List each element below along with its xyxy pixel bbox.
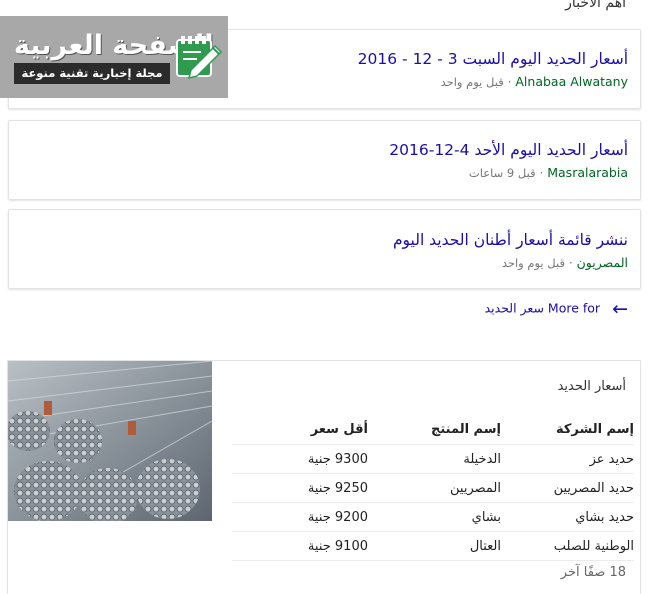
- meta-separator: ·: [568, 256, 573, 270]
- company-cell: حديد المصريين: [501, 473, 634, 503]
- prices-card: أسعار الحديد إسم الشركة إسم المنتج أقل س…: [7, 360, 641, 594]
- prices-card-title: أسعار الحديد: [557, 379, 626, 394]
- table-header-row: إسم الشركة إسم المنتج أقل سعر: [232, 414, 634, 445]
- meta-separator: ·: [539, 166, 544, 180]
- prices-table: إسم الشركة إسم المنتج أقل سعر حديد عز ال…: [232, 414, 634, 561]
- more-label: More for: [547, 300, 601, 316]
- news-title[interactable]: ننشر قائمة أسعار أطنان الحديد اليوم: [393, 231, 628, 249]
- column-header: إسم الشركة: [501, 414, 634, 445]
- price-cell: 9200 جنية: [232, 502, 368, 532]
- product-cell: العتال: [368, 531, 501, 561]
- news-title[interactable]: أسعار الحديد اليوم السبت 3 - 12 - 2016: [358, 50, 628, 68]
- news-source[interactable]: Alnabaa Alwatany: [515, 74, 628, 89]
- meta-separator: ·: [507, 75, 512, 89]
- product-cell: المصريين: [368, 473, 501, 503]
- column-header: أقل سعر: [232, 414, 368, 445]
- company-cell: الوطنية للصلب: [501, 531, 634, 561]
- section-header: أهم الأخبار: [565, 0, 626, 11]
- news-time: قبل 9 ساعات: [468, 166, 536, 180]
- pencil-note-icon: [176, 36, 223, 80]
- more-news-link[interactable]: ← More for سعر الحديد: [485, 298, 628, 320]
- price-cell: 9250 جنية: [232, 473, 368, 503]
- news-meta: Masralarabia·قبل 9 ساعات: [469, 165, 628, 180]
- site-logo: الصفحة العربية مجلة إخبارية تقنية منوعة: [0, 16, 228, 98]
- steel-rebar-photo[interactable]: [8, 361, 212, 521]
- more-query: سعر الحديد: [484, 300, 544, 316]
- news-source[interactable]: Masralarabia: [547, 165, 628, 180]
- news-source[interactable]: المصريون: [577, 255, 628, 270]
- column-header: إسم المنتج: [368, 414, 501, 445]
- company-cell: حديد بشاي: [501, 502, 634, 532]
- news-time: قبل يوم واحد: [440, 75, 504, 89]
- table-row: حديد المصريين المصريين 9250 جنية: [232, 473, 634, 503]
- arrow-left-icon: ←: [612, 298, 628, 320]
- news-meta: المصريون ·قبل يوم واحد: [502, 255, 628, 270]
- more-rows-link[interactable]: 18 صفًا آخر: [561, 565, 626, 580]
- price-cell: 9100 جنية: [232, 531, 368, 561]
- logo-subtitle: مجلة إخبارية تقنية منوعة: [14, 63, 170, 84]
- table-row: حديد عز الدخيلة 9300 جنية: [232, 444, 634, 474]
- news-meta: Alnabaa Alwatany·قبل يوم واحد: [441, 74, 628, 89]
- price-cell: 9300 جنية: [232, 444, 368, 474]
- news-card-2[interactable]: أسعار الحديد اليوم الأحد 4-12-2016 Masra…: [8, 120, 641, 200]
- news-title[interactable]: أسعار الحديد اليوم الأحد 4-12-2016: [389, 141, 628, 159]
- news-time: قبل يوم واحد: [501, 256, 565, 270]
- product-cell: بشاي: [368, 502, 501, 532]
- table-row: حديد بشاي بشاي 9200 جنية: [232, 502, 634, 532]
- rebar-image: [8, 361, 212, 521]
- company-cell: حديد عز: [501, 444, 634, 474]
- table-row: الوطنية للصلب العتال 9100 جنية: [232, 531, 634, 561]
- product-cell: الدخيلة: [368, 444, 501, 474]
- news-card-3[interactable]: ننشر قائمة أسعار أطنان الحديد اليوم المص…: [8, 209, 641, 289]
